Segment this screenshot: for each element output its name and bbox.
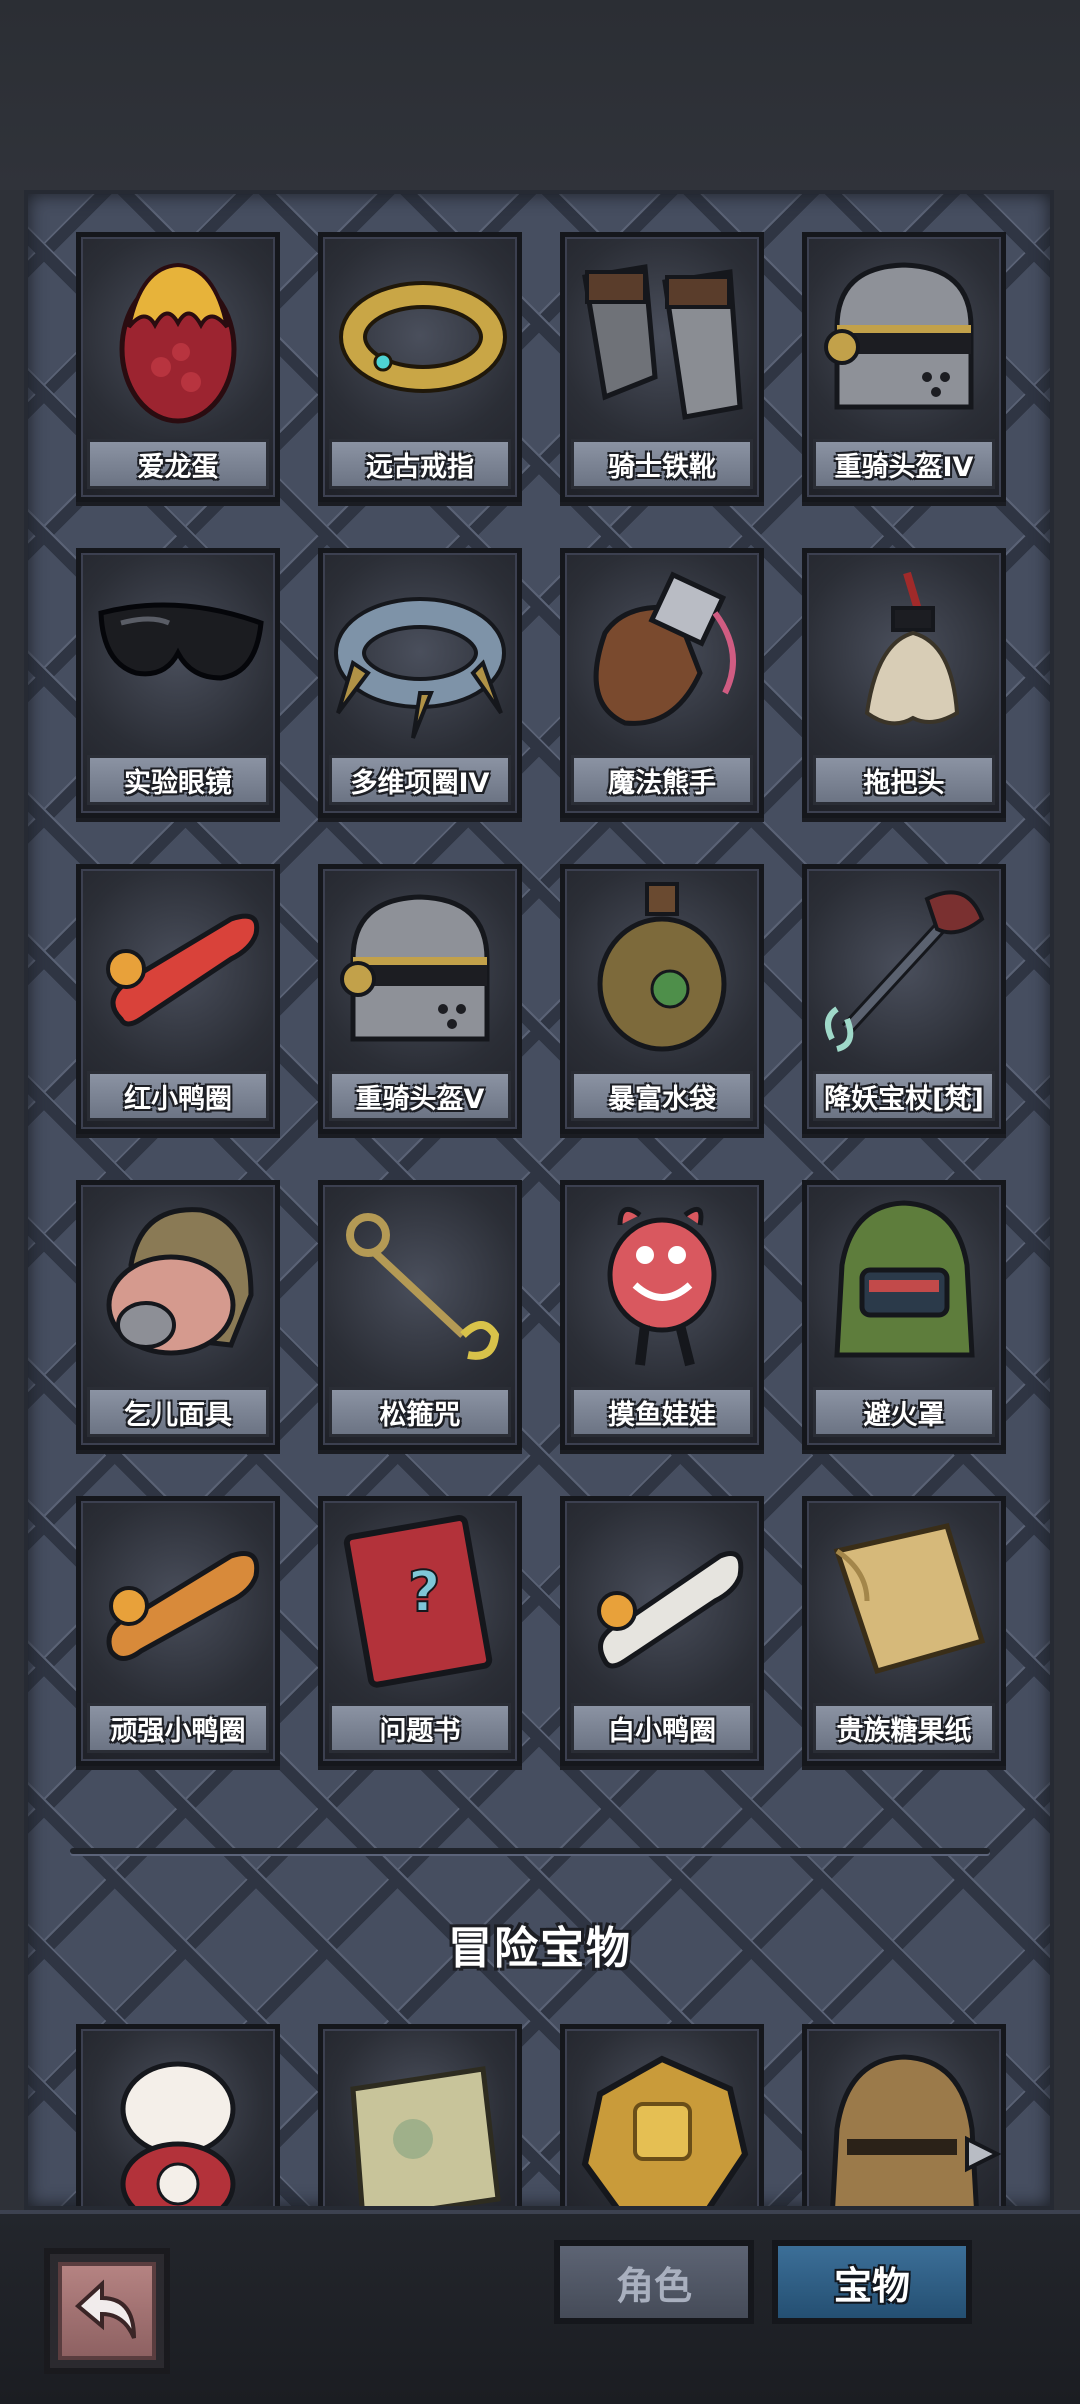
item-card-bear-paw[interactable]: 魔法熊手 [560, 548, 764, 818]
item-label: 拖把头 [813, 755, 995, 805]
item-label: 重骑头盔V [329, 1071, 511, 1121]
item-label: 降妖宝杖[梵] [813, 1071, 995, 1121]
item-label: 松箍咒 [329, 1387, 511, 1437]
item-label: 多维项圈IV [329, 755, 511, 805]
mop-head-icon [864, 571, 960, 726]
white-duck-ring-icon [597, 1551, 744, 1669]
map-scroll-icon [350, 2066, 501, 2206]
item-label: 暴富水袋 [571, 1071, 753, 1121]
item-label: 骑士铁靴 [571, 439, 753, 489]
fire-hood-icon [834, 1200, 975, 1358]
item-card-heavy-helmet-5[interactable]: 重骑头盔V [318, 864, 522, 1134]
adventure-card-map-scroll[interactable] [318, 2024, 522, 2206]
item-label: 爱龙蛋 [87, 439, 269, 489]
item-card-water-pouch[interactable]: 暴富水袋 [560, 864, 764, 1134]
item-label: 魔法熊手 [571, 755, 753, 805]
candy-wrapper-icon [833, 1523, 986, 1675]
adventure-card-gold-coin[interactable] [560, 2024, 764, 2206]
item-card-knight-boots[interactable]: 骑士铁靴 [560, 232, 764, 502]
item-label: 问题书 [329, 1703, 511, 1753]
item-label: 实验眼镜 [87, 755, 269, 805]
item-card-orange-duck-ring[interactable]: 顽强小鸭圈 [76, 1496, 280, 1766]
dragon-egg-icon [119, 262, 237, 424]
item-card-question-book[interactable]: ? 问题书 [318, 1496, 522, 1766]
demon-staff-icon [825, 890, 985, 1052]
item-card-candy-wrapper[interactable]: 贵族糖果纸 [802, 1496, 1006, 1766]
question-book-icon: ? [343, 1515, 493, 1688]
item-label: 摸鱼娃娃 [571, 1387, 753, 1437]
item-card-golden-hoop[interactable]: 松箍咒 [318, 1180, 522, 1450]
item-label: 重骑头盔IV [813, 439, 995, 489]
item-card-collar[interactable]: 多维项圈IV [318, 548, 522, 818]
item-card-goggles[interactable]: 实验眼镜 [76, 548, 280, 818]
lucky-cat-icon [120, 2061, 236, 2206]
item-label: 避火罩 [813, 1387, 995, 1437]
pink-doll-icon [607, 1206, 717, 1367]
item-card-white-duck-ring[interactable]: 白小鸭圈 [560, 1496, 764, 1766]
beggar-mask-icon [106, 1207, 254, 1356]
return-arrow-icon [74, 2279, 136, 2339]
item-label: 远古戒指 [329, 439, 511, 489]
treasure-panel: 爱龙蛋 远古戒指 骑士铁靴 重骑头盔IV 实验眼镜 多维项圈IV 魔法熊手 拖把… [24, 190, 1054, 2210]
orange-duck-ring-icon [106, 1551, 260, 1661]
top-bar [0, 0, 1080, 190]
item-card-red-duck-ring[interactable]: 红小鸭圈 [76, 864, 280, 1134]
item-card-demon-staff[interactable]: 降妖宝杖[梵] [802, 864, 1006, 1134]
svg-text:?: ? [408, 1560, 440, 1625]
collar-icon [334, 597, 506, 739]
adventure-card-bronze-helmet[interactable] [802, 2024, 1006, 2206]
bronze-helmet-icon [830, 2054, 1001, 2206]
item-card-fire-hood[interactable]: 避火罩 [802, 1180, 1006, 1450]
item-label: 红小鸭圈 [87, 1071, 269, 1121]
tab-treasure[interactable]: 宝物 [772, 2240, 972, 2324]
goggles-icon [98, 602, 264, 681]
section-title: 冒险宝物 [448, 1923, 632, 1974]
knight-boots-icon [582, 264, 743, 420]
tab-role[interactable]: 角色 [554, 2240, 754, 2324]
gold-coin-icon [581, 2055, 749, 2206]
item-label: 贵族糖果纸 [813, 1703, 995, 1753]
adventure-card-lucky-cat[interactable] [76, 2024, 280, 2206]
item-card-pink-doll[interactable]: 摸鱼娃娃 [560, 1180, 764, 1450]
bear-paw-icon [593, 571, 736, 726]
item-card-dragon-egg[interactable]: 爱龙蛋 [76, 232, 280, 502]
item-card-beggar-mask[interactable]: 乞儿面具 [76, 1180, 280, 1450]
golden-hoop-icon [346, 1213, 500, 1360]
item-label: 乞儿面具 [87, 1387, 269, 1437]
item-label: 白小鸭圈 [571, 1703, 753, 1753]
red-duck-ring-icon [106, 913, 260, 1027]
ancient-ring-icon [339, 281, 507, 393]
back-button[interactable] [44, 2248, 170, 2374]
item-card-ancient-ring[interactable]: 远古戒指 [318, 232, 522, 502]
item-card-mop-head[interactable]: 拖把头 [802, 548, 1006, 818]
heavy-helmet-icon [340, 894, 490, 1042]
item-card-heavy-helmet-4[interactable]: 重骑头盔IV [802, 232, 1006, 502]
heavy-helmet-icon [824, 262, 974, 410]
back-button-face[interactable] [58, 2262, 156, 2360]
water-pouch-icon [597, 882, 727, 1052]
item-label: 顽强小鸭圈 [87, 1703, 269, 1753]
section-divider [70, 1848, 990, 1854]
